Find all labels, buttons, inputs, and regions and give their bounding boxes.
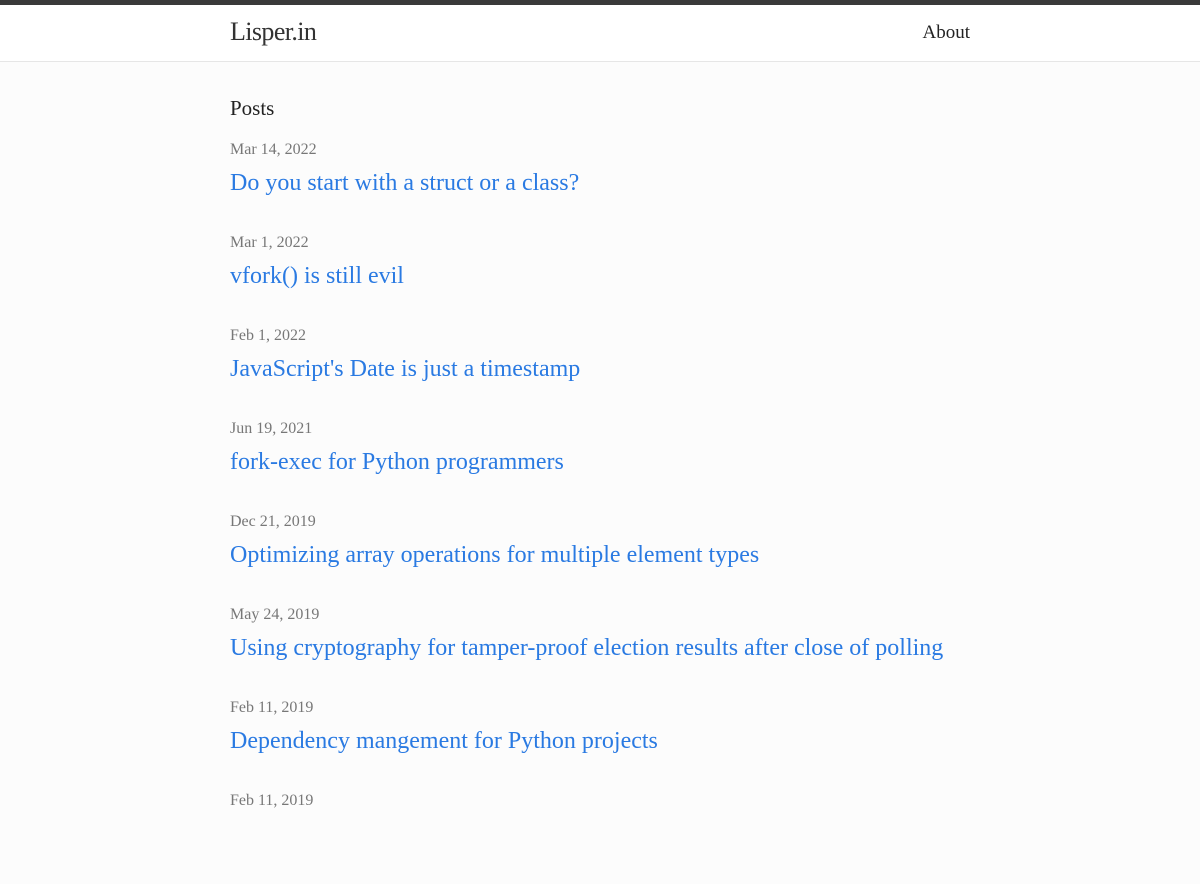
post-list: Mar 14, 2022 Do you start with a struct …	[230, 140, 970, 884]
posts-heading: Posts	[230, 96, 275, 120]
site-title-link[interactable]: Lisper.in	[230, 16, 317, 48]
post-item: Feb 1, 2022 JavaScript's Date is just a …	[230, 326, 970, 419]
post-date: Dec 21, 2019	[230, 513, 316, 530]
post-title-link[interactable]: vfork() is still evil	[230, 261, 404, 291]
site-header: Lisper.in About	[0, 5, 1200, 62]
post-date: May 24, 2019	[230, 606, 320, 623]
nav-about-link[interactable]: About	[923, 21, 971, 45]
post-date: Mar 14, 2022	[230, 141, 317, 158]
post-date: Feb 11, 2019	[230, 792, 314, 809]
post-date: Feb 11, 2019	[230, 699, 314, 716]
post-item: May 24, 2019 Using cryptography for tamp…	[230, 605, 970, 698]
post-item: Jun 19, 2021 fork-exec for Python progra…	[230, 419, 970, 512]
post-title-link[interactable]: Dependency mangement for Python projects	[230, 726, 658, 756]
post-item: Mar 1, 2022 vfork() is still evil	[230, 233, 970, 326]
post-title-link[interactable]: Using cryptography for tamper-proof elec…	[230, 633, 943, 663]
post-item: Dec 21, 2019 Optimizing array operations…	[230, 512, 970, 605]
post-title-link[interactable]: Do you start with a struct or a class?	[230, 168, 579, 198]
post-date: Mar 1, 2022	[230, 234, 309, 251]
post-title-link[interactable]: JavaScript's Date is just a timestamp	[230, 354, 580, 384]
post-title-link[interactable]: Optimizing array operations for multiple…	[230, 540, 759, 570]
post-title-link[interactable]: fork-exec for Python programmers	[230, 447, 564, 477]
post-item: Mar 14, 2022 Do you start with a struct …	[230, 140, 970, 233]
post-date: Jun 19, 2021	[230, 420, 313, 437]
post-date: Feb 1, 2022	[230, 327, 306, 344]
post-item: Feb 11, 2019	[230, 791, 970, 884]
post-item: Feb 11, 2019 Dependency mangement for Py…	[230, 698, 970, 791]
